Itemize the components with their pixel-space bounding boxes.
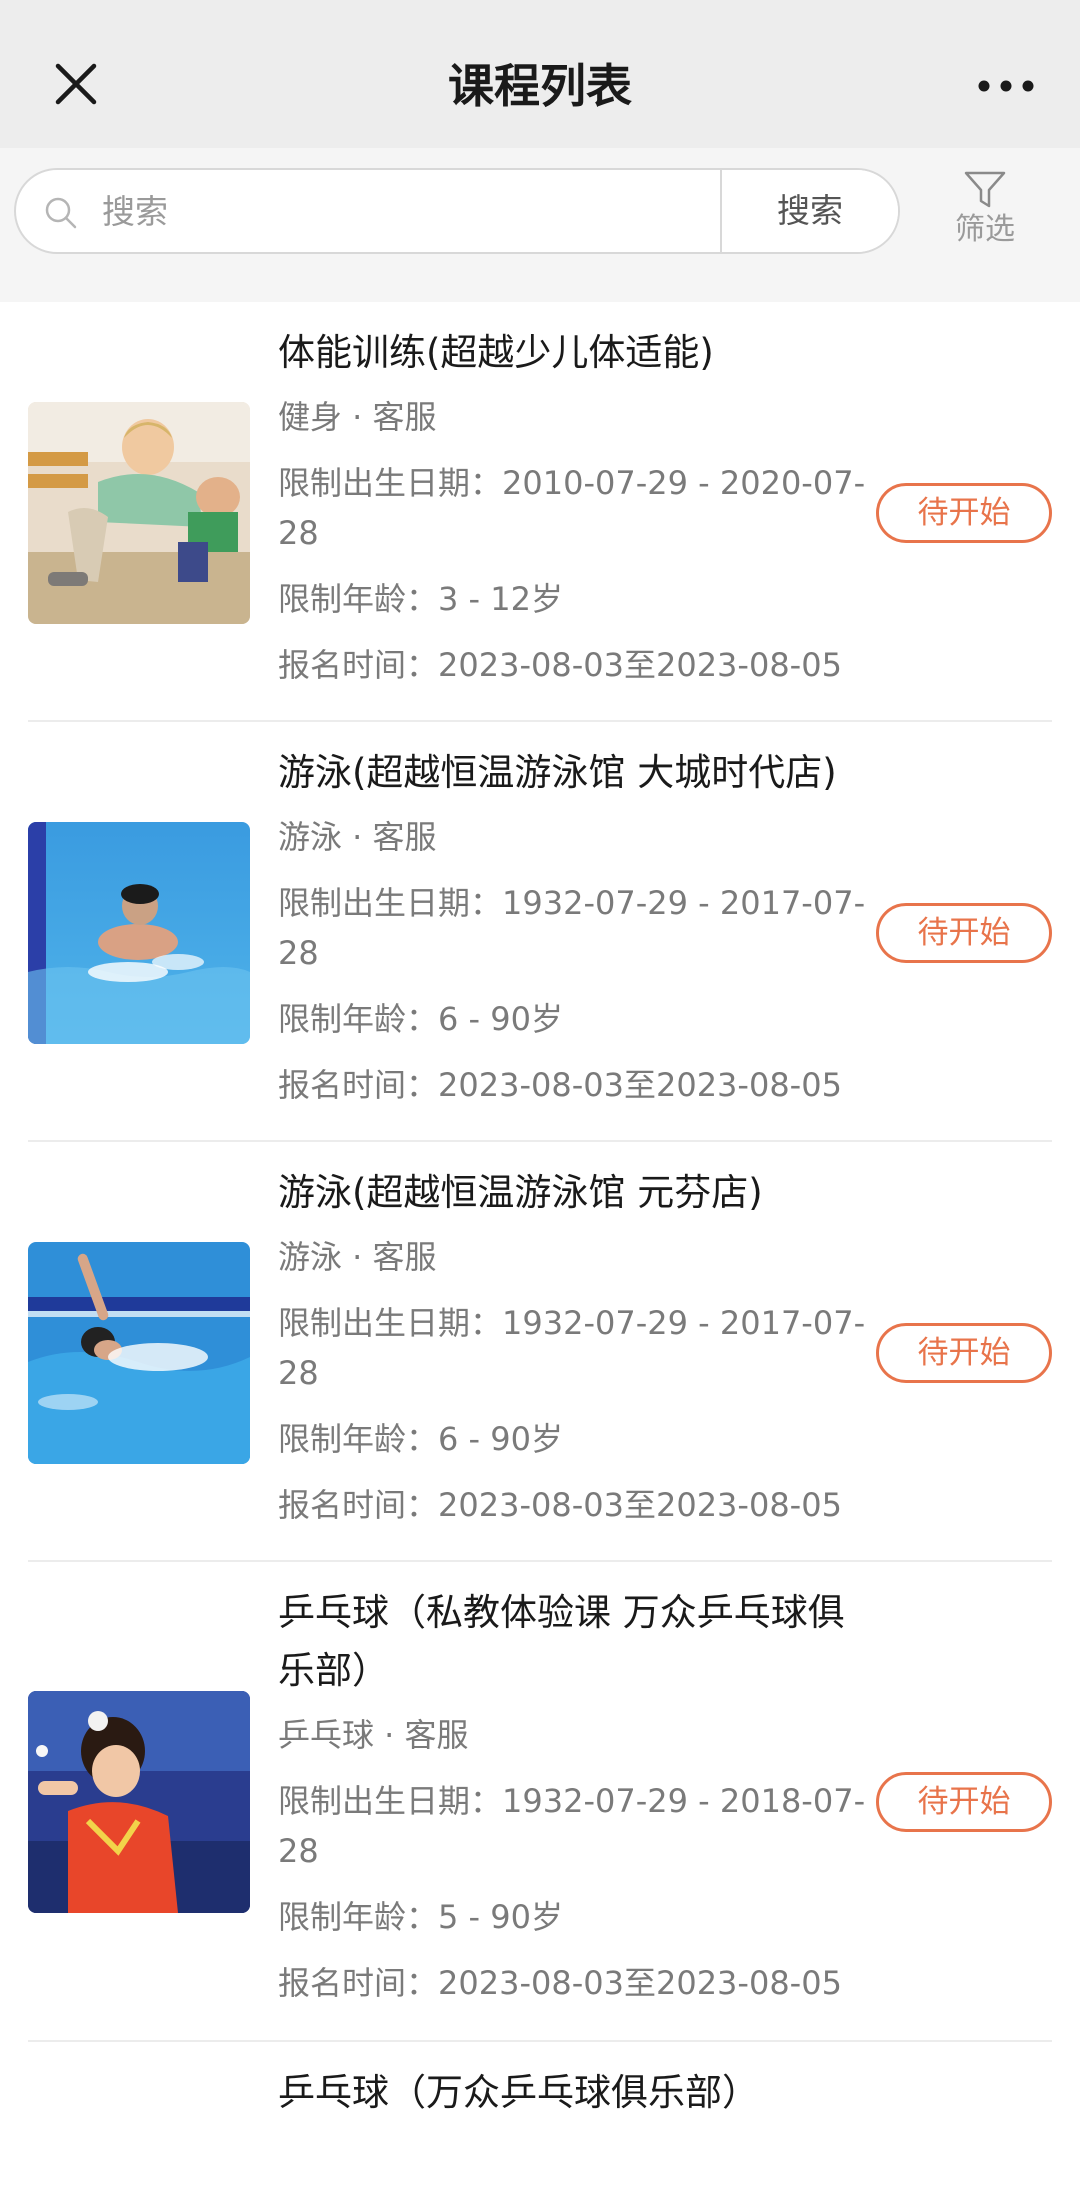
search-icon (45, 197, 77, 229)
course-thumbnail (28, 1242, 250, 1464)
course-category: 游泳 · 客服 (278, 1238, 437, 1276)
course-signup-time: 报名时间：2023-08-03至2023-08-05 (278, 1486, 842, 1524)
search-box: 搜索 (14, 168, 900, 254)
course-title: 游泳(超越恒温游泳馆 大城时代店) (278, 751, 837, 794)
course-thumbnail (28, 402, 250, 624)
filter-label: 筛选 (955, 212, 1015, 247)
status-button[interactable]: 待开始 (876, 483, 1052, 543)
course-birth-limit: 限制出生日期：2010-07-29 - 2020-07-28 (278, 464, 866, 552)
search-button[interactable]: 搜索 (720, 170, 898, 252)
page-title: 课程列表 (448, 59, 632, 113)
course-title: 乒乓球（万众乒乓球俱乐部） (278, 2071, 759, 2114)
list-item[interactable]: 游泳(超越恒温游泳馆 大城时代店) 游泳 · 客服 限制出生日期：1932-07… (0, 722, 1080, 1142)
list-item[interactable]: 游泳(超越恒温游泳馆 元芬店) 游泳 · 客服 限制出生日期：1932-07-2… (0, 1142, 1080, 1562)
search-bar: 搜索 筛选 (0, 148, 1080, 302)
course-category: 游泳 · 客服 (278, 818, 437, 856)
course-title: 游泳(超越恒温游泳馆 元芬店) (278, 1171, 763, 1214)
list-item[interactable]: 乒乓球（私教体验课 万众乒乓球俱乐部） 乒乓球 · 客服 限制出生日期：1932… (0, 1562, 1080, 2042)
status-button[interactable]: 待开始 (876, 1772, 1052, 1832)
status-button[interactable]: 待开始 (876, 1323, 1052, 1383)
course-title: 体能训练(超越少儿体适能) (278, 331, 714, 374)
course-signup-time: 报名时间：2023-08-03至2023-08-05 (278, 1964, 842, 2002)
navigation-bar: 课程列表 (0, 0, 1080, 148)
course-category: 乒乓球 · 客服 (278, 1716, 469, 1754)
list-item[interactable]: 乒乓球（万众乒乓球俱乐部） (0, 2042, 1080, 2162)
course-age-limit: 限制年龄：5 - 90岁 (278, 1898, 563, 1936)
course-birth-limit: 限制出生日期：1932-07-29 - 2018-07-28 (278, 1782, 866, 1870)
course-info: 体能训练(超越少儿体适能) 健身 · 客服 限制出生日期：2010-07-29 … (278, 324, 878, 690)
status-button[interactable]: 待开始 (876, 903, 1052, 963)
course-info: 游泳(超越恒温游泳馆 元芬店) 游泳 · 客服 限制出生日期：1932-07-2… (278, 1164, 878, 1530)
course-age-limit: 限制年龄：6 - 90岁 (278, 1420, 563, 1458)
course-birth-limit: 限制出生日期：1932-07-29 - 2017-07-28 (278, 884, 866, 972)
filter-button[interactable]: 筛选 (940, 170, 1030, 260)
course-list: 体能训练(超越少儿体适能) 健身 · 客服 限制出生日期：2010-07-29 … (0, 302, 1080, 2162)
course-info: 乒乓球（万众乒乓球俱乐部） (278, 2064, 878, 2122)
course-title: 乒乓球（私教体验课 万众乒乓球俱乐部） (278, 1591, 845, 1692)
more-dots-icon[interactable] (978, 74, 1034, 98)
course-signup-time: 报名时间：2023-08-03至2023-08-05 (278, 1066, 842, 1104)
search-input[interactable] (100, 170, 720, 252)
course-birth-limit: 限制出生日期：1932-07-29 - 2017-07-28 (278, 1304, 866, 1392)
course-age-limit: 限制年龄：3 - 12岁 (278, 580, 563, 618)
course-age-limit: 限制年龄：6 - 90岁 (278, 1000, 563, 1038)
course-info: 乒乓球（私教体验课 万众乒乓球俱乐部） 乒乓球 · 客服 限制出生日期：1932… (278, 1584, 878, 2008)
course-thumbnail (28, 822, 250, 1044)
course-signup-time: 报名时间：2023-08-03至2023-08-05 (278, 646, 842, 684)
filter-funnel-icon (964, 171, 1006, 208)
course-thumbnail (28, 1691, 250, 1913)
course-info: 游泳(超越恒温游泳馆 大城时代店) 游泳 · 客服 限制出生日期：1932-07… (278, 744, 878, 1110)
course-category: 健身 · 客服 (278, 398, 437, 436)
close-icon[interactable] (52, 60, 100, 108)
list-item[interactable]: 体能训练(超越少儿体适能) 健身 · 客服 限制出生日期：2010-07-29 … (0, 302, 1080, 722)
